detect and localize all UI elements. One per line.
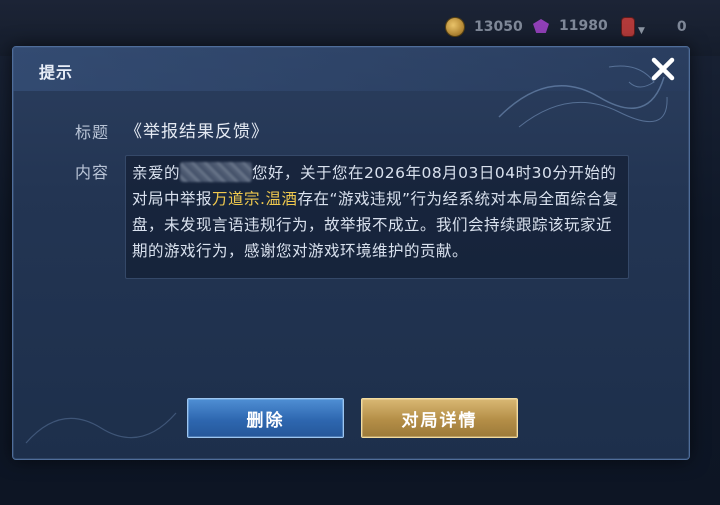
content-label: 内容 bbox=[75, 163, 110, 182]
gold-currency: 13050 bbox=[446, 18, 523, 36]
dialog-title: 提示 bbox=[39, 63, 74, 82]
report-feedback-dialog: 提示 标题 《举报结果反馈》 内容 亲爱的 您好，关于您在2026年08月03日0… bbox=[12, 46, 690, 460]
decorative-swirl-icon bbox=[25, 412, 177, 444]
ticket-currency[interactable]: ▼ 0 bbox=[622, 18, 687, 36]
ticket-amount: 0 bbox=[676, 19, 687, 35]
close-button[interactable] bbox=[647, 53, 679, 85]
ticket-icon bbox=[622, 18, 634, 36]
gem-icon bbox=[533, 19, 549, 33]
subject-text: 《举报结果反馈》 bbox=[125, 122, 269, 142]
decorative-swirl-icon bbox=[498, 65, 668, 128]
chevron-down-icon: ▼ bbox=[638, 26, 645, 36]
blurred-player-name bbox=[180, 162, 253, 182]
gold-coin-icon bbox=[446, 18, 464, 36]
subject-label: 标题 bbox=[75, 123, 110, 142]
close-icon bbox=[651, 57, 675, 81]
gem-amount: 11980 bbox=[559, 18, 608, 34]
content-scroll-area[interactable]: 亲爱的 您好，关于您在2026年08月03日04时30分开始的对局中举报万道宗.温… bbox=[125, 155, 629, 279]
gem-currency: 11980 bbox=[533, 18, 608, 34]
match-details-button[interactable]: 对局详情 bbox=[361, 398, 518, 438]
gold-amount: 13050 bbox=[474, 19, 523, 35]
reported-player-name: 万道宗.温酒 bbox=[212, 190, 298, 208]
content-text: 亲爱的 您好，关于您在2026年08月03日04时30分开始的对局中举报万道宗.温… bbox=[126, 156, 628, 264]
content-greeting: 亲爱的 bbox=[132, 164, 181, 182]
delete-button[interactable]: 删除 bbox=[187, 398, 344, 438]
